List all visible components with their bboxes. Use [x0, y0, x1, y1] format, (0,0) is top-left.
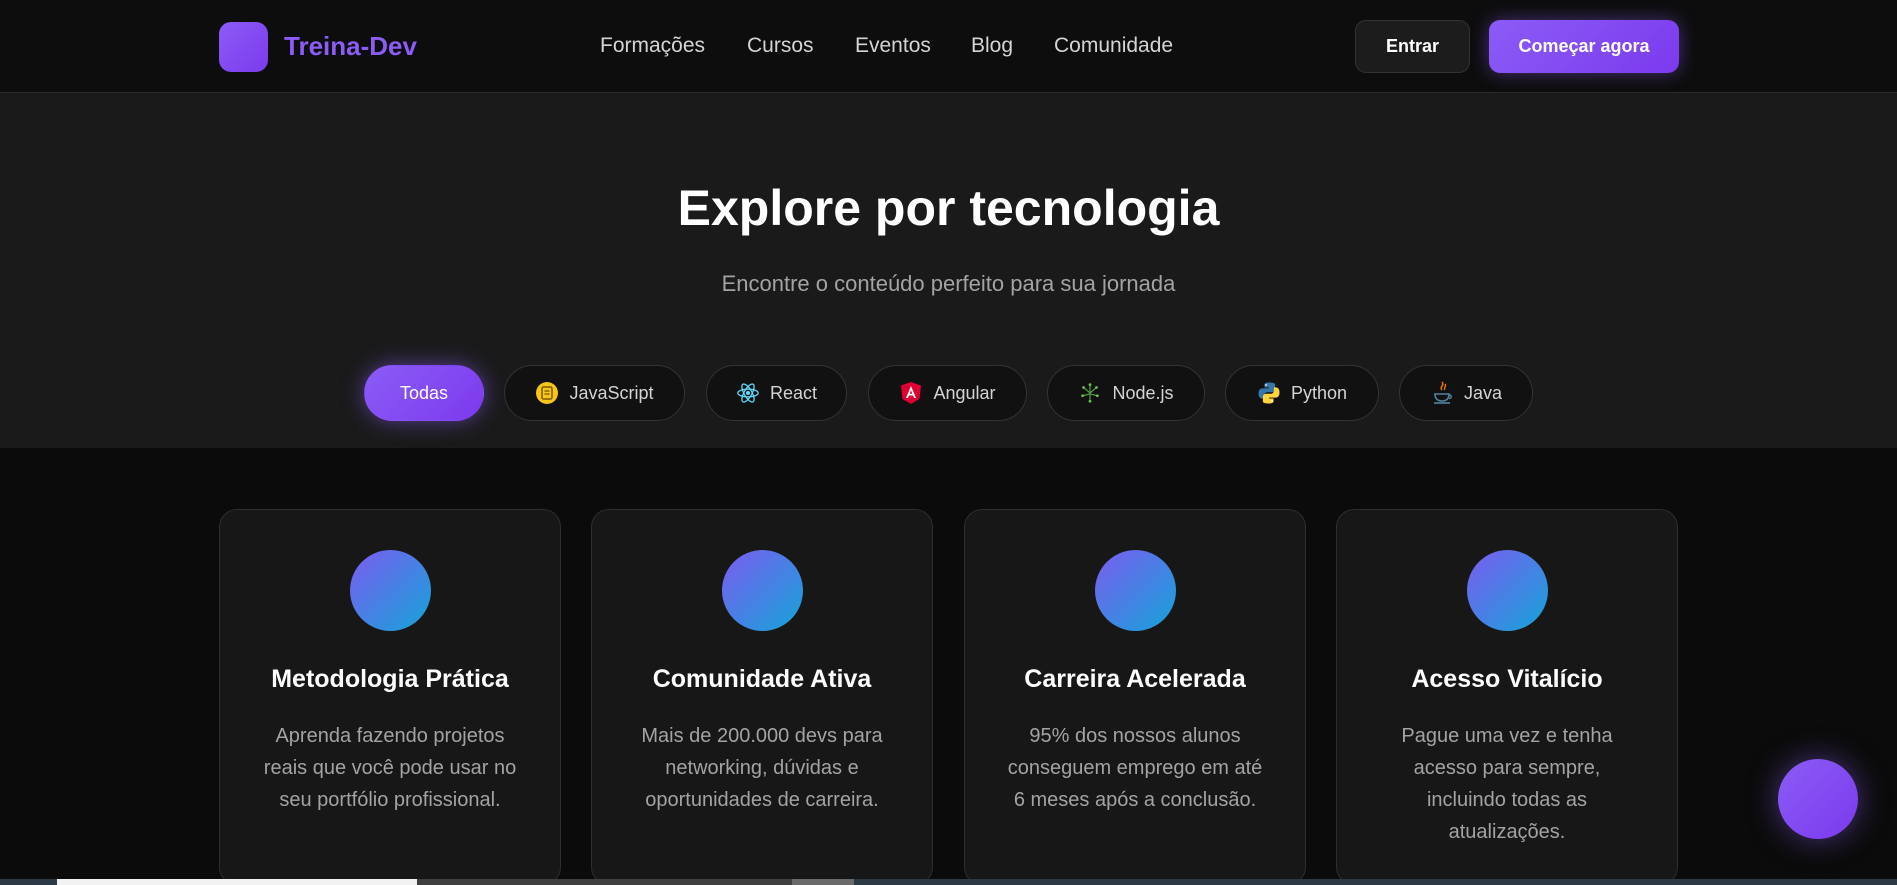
- explore-title: Explore por tecnologia: [677, 180, 1220, 236]
- nav-eventos[interactable]: Eventos: [855, 34, 931, 58]
- filter-nodejs[interactable]: Node.js: [1047, 365, 1205, 421]
- python-icon: [1257, 381, 1281, 405]
- feature-title: Comunidade Ativa: [652, 665, 872, 693]
- feature-card: Metodologia Prática Aprenda fazendo proj…: [219, 509, 561, 885]
- feature-icon: [1095, 550, 1176, 631]
- filter-label: Todas: [399, 382, 449, 403]
- strip-segment: [57, 879, 417, 885]
- nav-blog[interactable]: Blog: [971, 34, 1013, 58]
- angular-icon: [899, 381, 923, 405]
- logo-icon[interactable]: [219, 22, 268, 72]
- feature-icon: [722, 550, 803, 631]
- feature-text: Aprenda fazendo projetos reais que você …: [263, 725, 517, 811]
- filter-todas[interactable]: Todas: [364, 365, 484, 421]
- chat-fab-button[interactable]: [1778, 759, 1858, 839]
- filter-label: React: [769, 382, 818, 403]
- java-icon: [1430, 381, 1454, 405]
- feature-card: Carreira Acelerada 95% dos nossos alunos…: [964, 509, 1306, 885]
- feature-title: Carreira Acelerada: [1024, 665, 1246, 693]
- site-header: Treina-Dev Formações Cursos Eventos Blog…: [0, 0, 1897, 93]
- explore-subtitle: Encontre o conteúdo perfeito para sua jo…: [721, 271, 1176, 296]
- feature-text: 95% dos nossos alunos conseguem emprego …: [1007, 725, 1263, 811]
- feature-text: Mais de 200.000 devs para networking, dú…: [641, 725, 883, 811]
- feature-icon: [1467, 550, 1548, 631]
- brand-name[interactable]: Treina-Dev: [284, 31, 417, 62]
- filter-angular[interactable]: Angular: [868, 365, 1027, 421]
- filter-label: JavaScript: [569, 382, 654, 403]
- strip-segment: [417, 879, 792, 885]
- filter-javascript[interactable]: JavaScript: [504, 365, 685, 421]
- strip-segment: [792, 879, 854, 885]
- feature-text: Pague uma vez e tenha acesso para sempre…: [1401, 725, 1613, 843]
- javascript-icon: [535, 381, 559, 405]
- filter-label: Java: [1463, 382, 1503, 403]
- react-icon: [736, 381, 760, 405]
- feature-title: Metodologia Prática: [271, 665, 509, 693]
- nav-comunidade[interactable]: Comunidade: [1054, 34, 1173, 58]
- bottom-strip: [0, 879, 1897, 885]
- get-started-button[interactable]: Começar agora: [1489, 20, 1679, 73]
- filter-label: Angular: [933, 382, 996, 403]
- feature-icon: [350, 550, 431, 631]
- filter-label: Node.js: [1112, 382, 1174, 403]
- filter-label: Python: [1290, 382, 1348, 403]
- nav-cursos[interactable]: Cursos: [747, 34, 814, 58]
- filter-python[interactable]: Python: [1225, 365, 1379, 421]
- nodejs-icon: [1078, 381, 1102, 405]
- filter-java[interactable]: Java: [1399, 365, 1533, 421]
- feature-card: Comunidade Ativa Mais de 200.000 devs pa…: [591, 509, 933, 885]
- nav-formacoes[interactable]: Formações: [600, 34, 705, 58]
- feature-title: Acesso Vitalício: [1411, 665, 1603, 693]
- explore-section: Explore por tecnologia Encontre o conteú…: [0, 93, 1897, 448]
- login-button[interactable]: Entrar: [1355, 20, 1470, 73]
- filter-react[interactable]: React: [706, 365, 847, 421]
- feature-card: Acesso Vitalício Pague uma vez e tenha a…: [1336, 509, 1678, 885]
